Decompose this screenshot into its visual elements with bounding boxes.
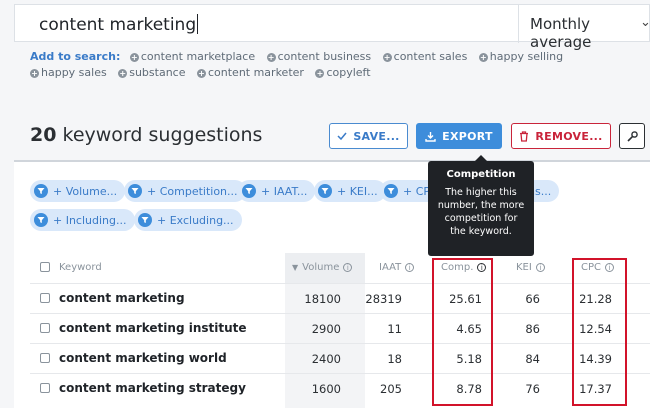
kei-cell: 66 — [525, 292, 540, 306]
check-icon — [337, 132, 347, 141]
suggestions-title: 20 keyword suggestions — [30, 124, 263, 146]
period-select[interactable]: Monthly average — [530, 15, 649, 51]
trash-icon — [520, 130, 529, 142]
select-all-checkbox[interactable] — [40, 262, 50, 272]
iaat-cell: 205 — [380, 382, 402, 396]
row-checkbox[interactable] — [40, 353, 50, 363]
volume-cell: 18100 — [304, 292, 341, 306]
kei-cell: 76 — [525, 382, 540, 396]
keyword-cell[interactable]: content marketing institute — [59, 321, 247, 335]
row-checkbox[interactable] — [40, 383, 50, 393]
divider — [518, 5, 519, 43]
iaat-cell: 28319 — [365, 292, 402, 306]
filter-icon — [384, 184, 398, 198]
col-keyword[interactable]: Keyword — [59, 262, 102, 273]
info-icon[interactable]: i — [535, 263, 545, 272]
filter-icon — [34, 213, 48, 227]
filter-icon — [34, 184, 48, 198]
add-search-item[interactable]: + happy selling — [478, 49, 563, 65]
iaat-cell: 18 — [387, 352, 402, 366]
plus-circle-icon: + — [118, 69, 128, 78]
comp-column-highlight — [432, 258, 493, 406]
save-button[interactable]: SAVE... — [329, 123, 408, 149]
chevron-down-icon[interactable]: ⌄ — [640, 15, 650, 30]
add-to-search: Add to search: + content marketplace + con… — [30, 49, 650, 81]
kei-cell: 84 — [525, 352, 540, 366]
add-search-item[interactable]: + copyleft — [315, 65, 371, 81]
filter-volume[interactable]: + Volume... — [30, 180, 126, 202]
search-bar: content marketing Monthly average ⌄ — [14, 4, 650, 51]
add-search-item[interactable]: + happy sales — [30, 65, 107, 81]
tooltip-title: Competition — [446, 169, 516, 180]
remove-button[interactable]: REMOVE... — [511, 123, 611, 149]
iaat-cell: 11 — [387, 322, 402, 336]
add-search-item[interactable]: + content sales — [382, 49, 467, 65]
plus-circle-icon: + — [315, 69, 325, 78]
add-search-item[interactable]: + substance — [118, 65, 185, 81]
row-divider — [30, 343, 650, 344]
add-search-item[interactable]: + content business — [266, 49, 371, 65]
keyword-cell[interactable]: content marketing — [59, 291, 185, 305]
keyword-cell[interactable]: content marketing strategy — [59, 381, 246, 395]
sort-desc-icon: ▼ — [292, 263, 299, 272]
col-iaat[interactable]: IAAT i — [379, 262, 415, 273]
plus-circle-icon: + — [30, 69, 39, 78]
info-icon[interactable]: i — [343, 263, 353, 272]
kei-cell: 86 — [525, 322, 540, 336]
filter-excluding[interactable]: + Excluding... — [134, 209, 242, 231]
row-checkbox[interactable] — [40, 323, 50, 333]
add-to-search-label: Add to search: — [30, 50, 121, 63]
keyword-cell[interactable]: content marketing world — [59, 351, 227, 365]
col-volume[interactable]: ▼ Volume i — [292, 262, 353, 273]
row-divider — [30, 373, 650, 374]
row-divider — [30, 283, 650, 284]
filter-iaat[interactable]: + IAAT... — [238, 180, 316, 202]
add-search-item[interactable]: + content marketer — [196, 65, 304, 81]
plus-circle-icon: + — [382, 53, 392, 62]
filter-icon — [318, 184, 332, 198]
filter-icon — [138, 213, 152, 227]
info-icon[interactable]: i — [405, 263, 415, 272]
competition-tooltip: Competition The higher this number, the … — [428, 155, 534, 256]
plus-circle-icon: + — [196, 69, 206, 78]
export-button[interactable]: EXPORT — [416, 123, 502, 149]
row-checkbox[interactable] — [40, 293, 50, 303]
row-divider — [30, 313, 650, 314]
filter-competition[interactable]: + Competition... — [124, 180, 246, 202]
key-settings-icon — [626, 130, 638, 142]
volume-cell: 2900 — [311, 322, 341, 336]
plus-circle-icon: + — [129, 53, 139, 62]
download-icon — [425, 131, 436, 142]
volume-cell: 2400 — [311, 352, 341, 366]
text-caret — [197, 14, 199, 34]
search-input[interactable]: content marketing — [39, 14, 199, 35]
volume-cell: 1600 — [311, 382, 341, 396]
col-kei[interactable]: KEI i — [516, 262, 545, 273]
settings-button[interactable] — [619, 123, 645, 149]
filter-including[interactable]: + Including... — [30, 209, 135, 231]
add-search-item[interactable]: + content marketplace — [129, 49, 255, 65]
filter-kei[interactable]: + KEI... — [314, 180, 386, 202]
plus-circle-icon: + — [266, 53, 276, 62]
filter-icon — [242, 184, 256, 198]
plus-circle-icon: + — [478, 53, 488, 62]
tooltip-body: The higher this number, the more competi… — [437, 187, 525, 237]
filter-icon — [128, 184, 142, 198]
cpc-column-highlight — [572, 258, 627, 406]
